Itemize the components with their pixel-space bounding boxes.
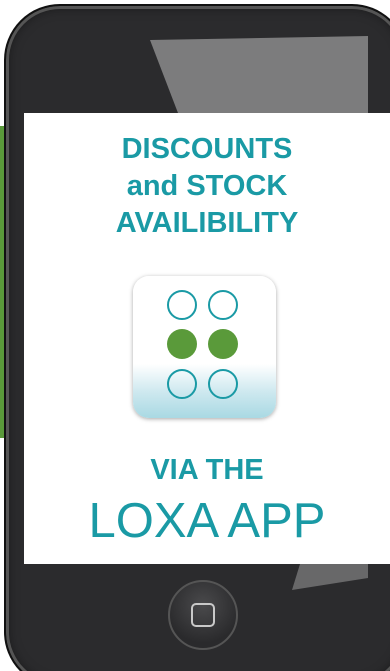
dot-outline-icon — [208, 290, 238, 320]
dot-outline-icon — [167, 290, 197, 320]
dot-outline-icon — [208, 369, 238, 399]
headline: DISCOUNTS and STOCK AVAILIBILITY — [24, 131, 390, 242]
dot-filled-icon — [208, 329, 238, 359]
home-button[interactable] — [168, 580, 238, 650]
dot-outline-icon — [167, 369, 197, 399]
loxa-app-icon[interactable] — [133, 276, 276, 418]
home-square-icon — [191, 603, 215, 627]
headline-line-3: AVAILIBILITY — [115, 207, 299, 239]
dot-filled-icon — [167, 329, 197, 359]
via-the-text: VIA THE — [150, 454, 264, 486]
brand-name: LOXA APP — [88, 494, 326, 548]
ad-canvas: DISCOUNTS and STOCK AVAILIBILITY VIA THE… — [0, 0, 390, 671]
headline-line-2: and STOCK — [126, 170, 288, 202]
phone-screen: DISCOUNTS and STOCK AVAILIBILITY VIA THE… — [24, 113, 390, 564]
headline-line-1: DISCOUNTS — [121, 133, 293, 165]
